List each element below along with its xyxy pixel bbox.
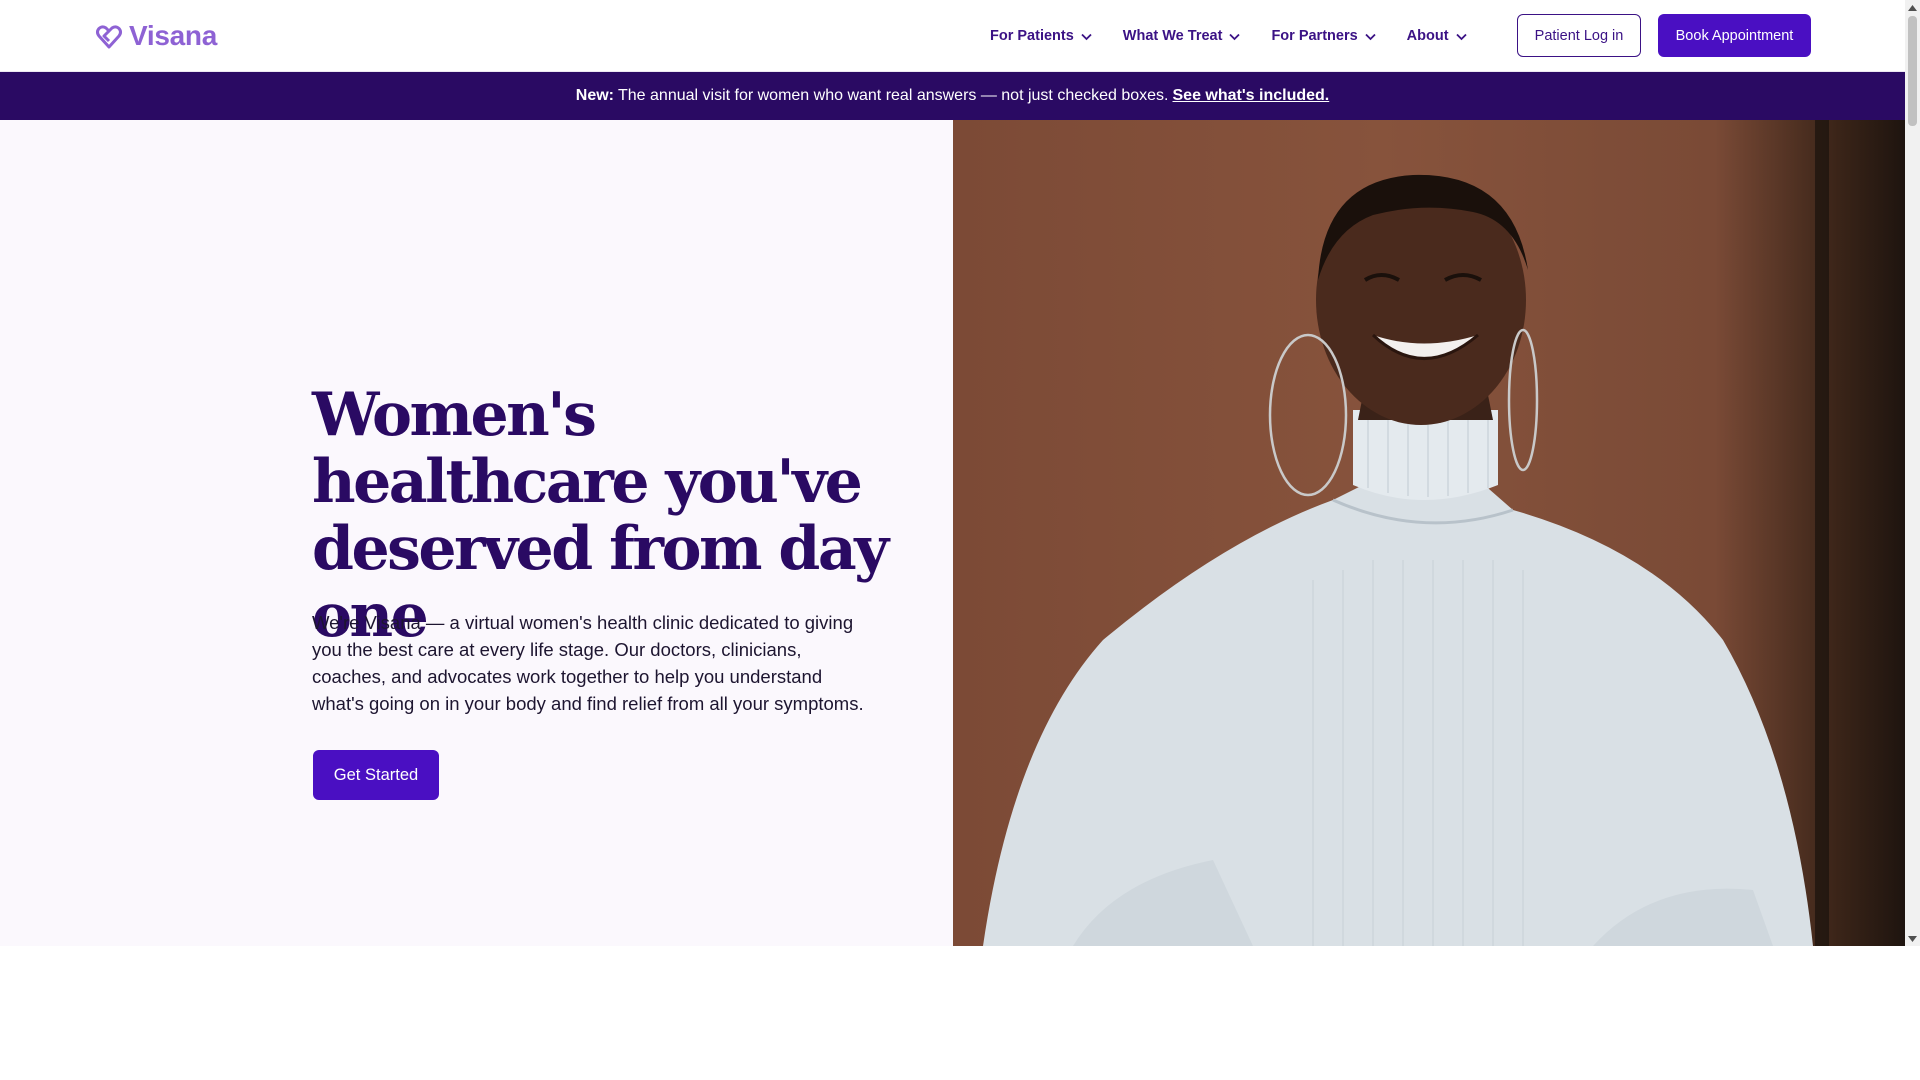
banner-separator: :	[608, 87, 614, 104]
hero-description: We're Visana — a virtual women's health …	[312, 612, 864, 714]
banner-link[interactable]: See what's included.	[1173, 87, 1330, 105]
nav-item-label: For Partners	[1271, 28, 1358, 44]
banner-new-label: New	[575, 87, 609, 104]
main-nav: For Patients What We Treat For Partners …	[990, 0, 1468, 72]
page-scrollbar[interactable]	[1905, 0, 1920, 946]
chevron-down-icon	[1229, 33, 1241, 40]
get-started-button[interactable]: Get Started	[313, 750, 439, 800]
nav-about[interactable]: About	[1407, 28, 1468, 44]
nav-item-label: What We Treat	[1122, 28, 1223, 44]
visana-logo[interactable]: Visana	[95, 19, 217, 53]
banner-message: The annual visit for women who want real…	[618, 87, 1169, 104]
announcement-banner: New : The annual visit for women who wan…	[0, 72, 1905, 120]
scroll-down-arrow-icon[interactable]	[1905, 931, 1920, 946]
site-header: Visana For Patients What We Treat For Pa…	[0, 0, 1905, 72]
nav-item-label: About	[1406, 28, 1449, 44]
nav-item-label: For Patients	[990, 28, 1074, 44]
nav-what-we-treat[interactable]: What We Treat	[1123, 28, 1242, 44]
book-appointment-button[interactable]: Book Appointment	[1658, 14, 1811, 57]
hero-photo	[953, 120, 1905, 946]
nav-for-partners[interactable]: For Partners	[1271, 28, 1376, 44]
chevron-down-icon	[1081, 33, 1092, 40]
nav-for-patients[interactable]: For Patients	[990, 28, 1093, 44]
scroll-up-arrow-icon[interactable]	[1905, 0, 1920, 15]
smiling-woman-illustration	[983, 120, 1829, 946]
logo-text: Visana	[129, 20, 217, 51]
heart-logo-icon	[96, 25, 122, 49]
chevron-down-icon	[1455, 33, 1467, 40]
chevron-down-icon	[1365, 33, 1376, 40]
scrollbar-thumb[interactable]	[1908, 16, 1917, 126]
patient-login-button[interactable]: Patient Log in	[1517, 14, 1641, 57]
